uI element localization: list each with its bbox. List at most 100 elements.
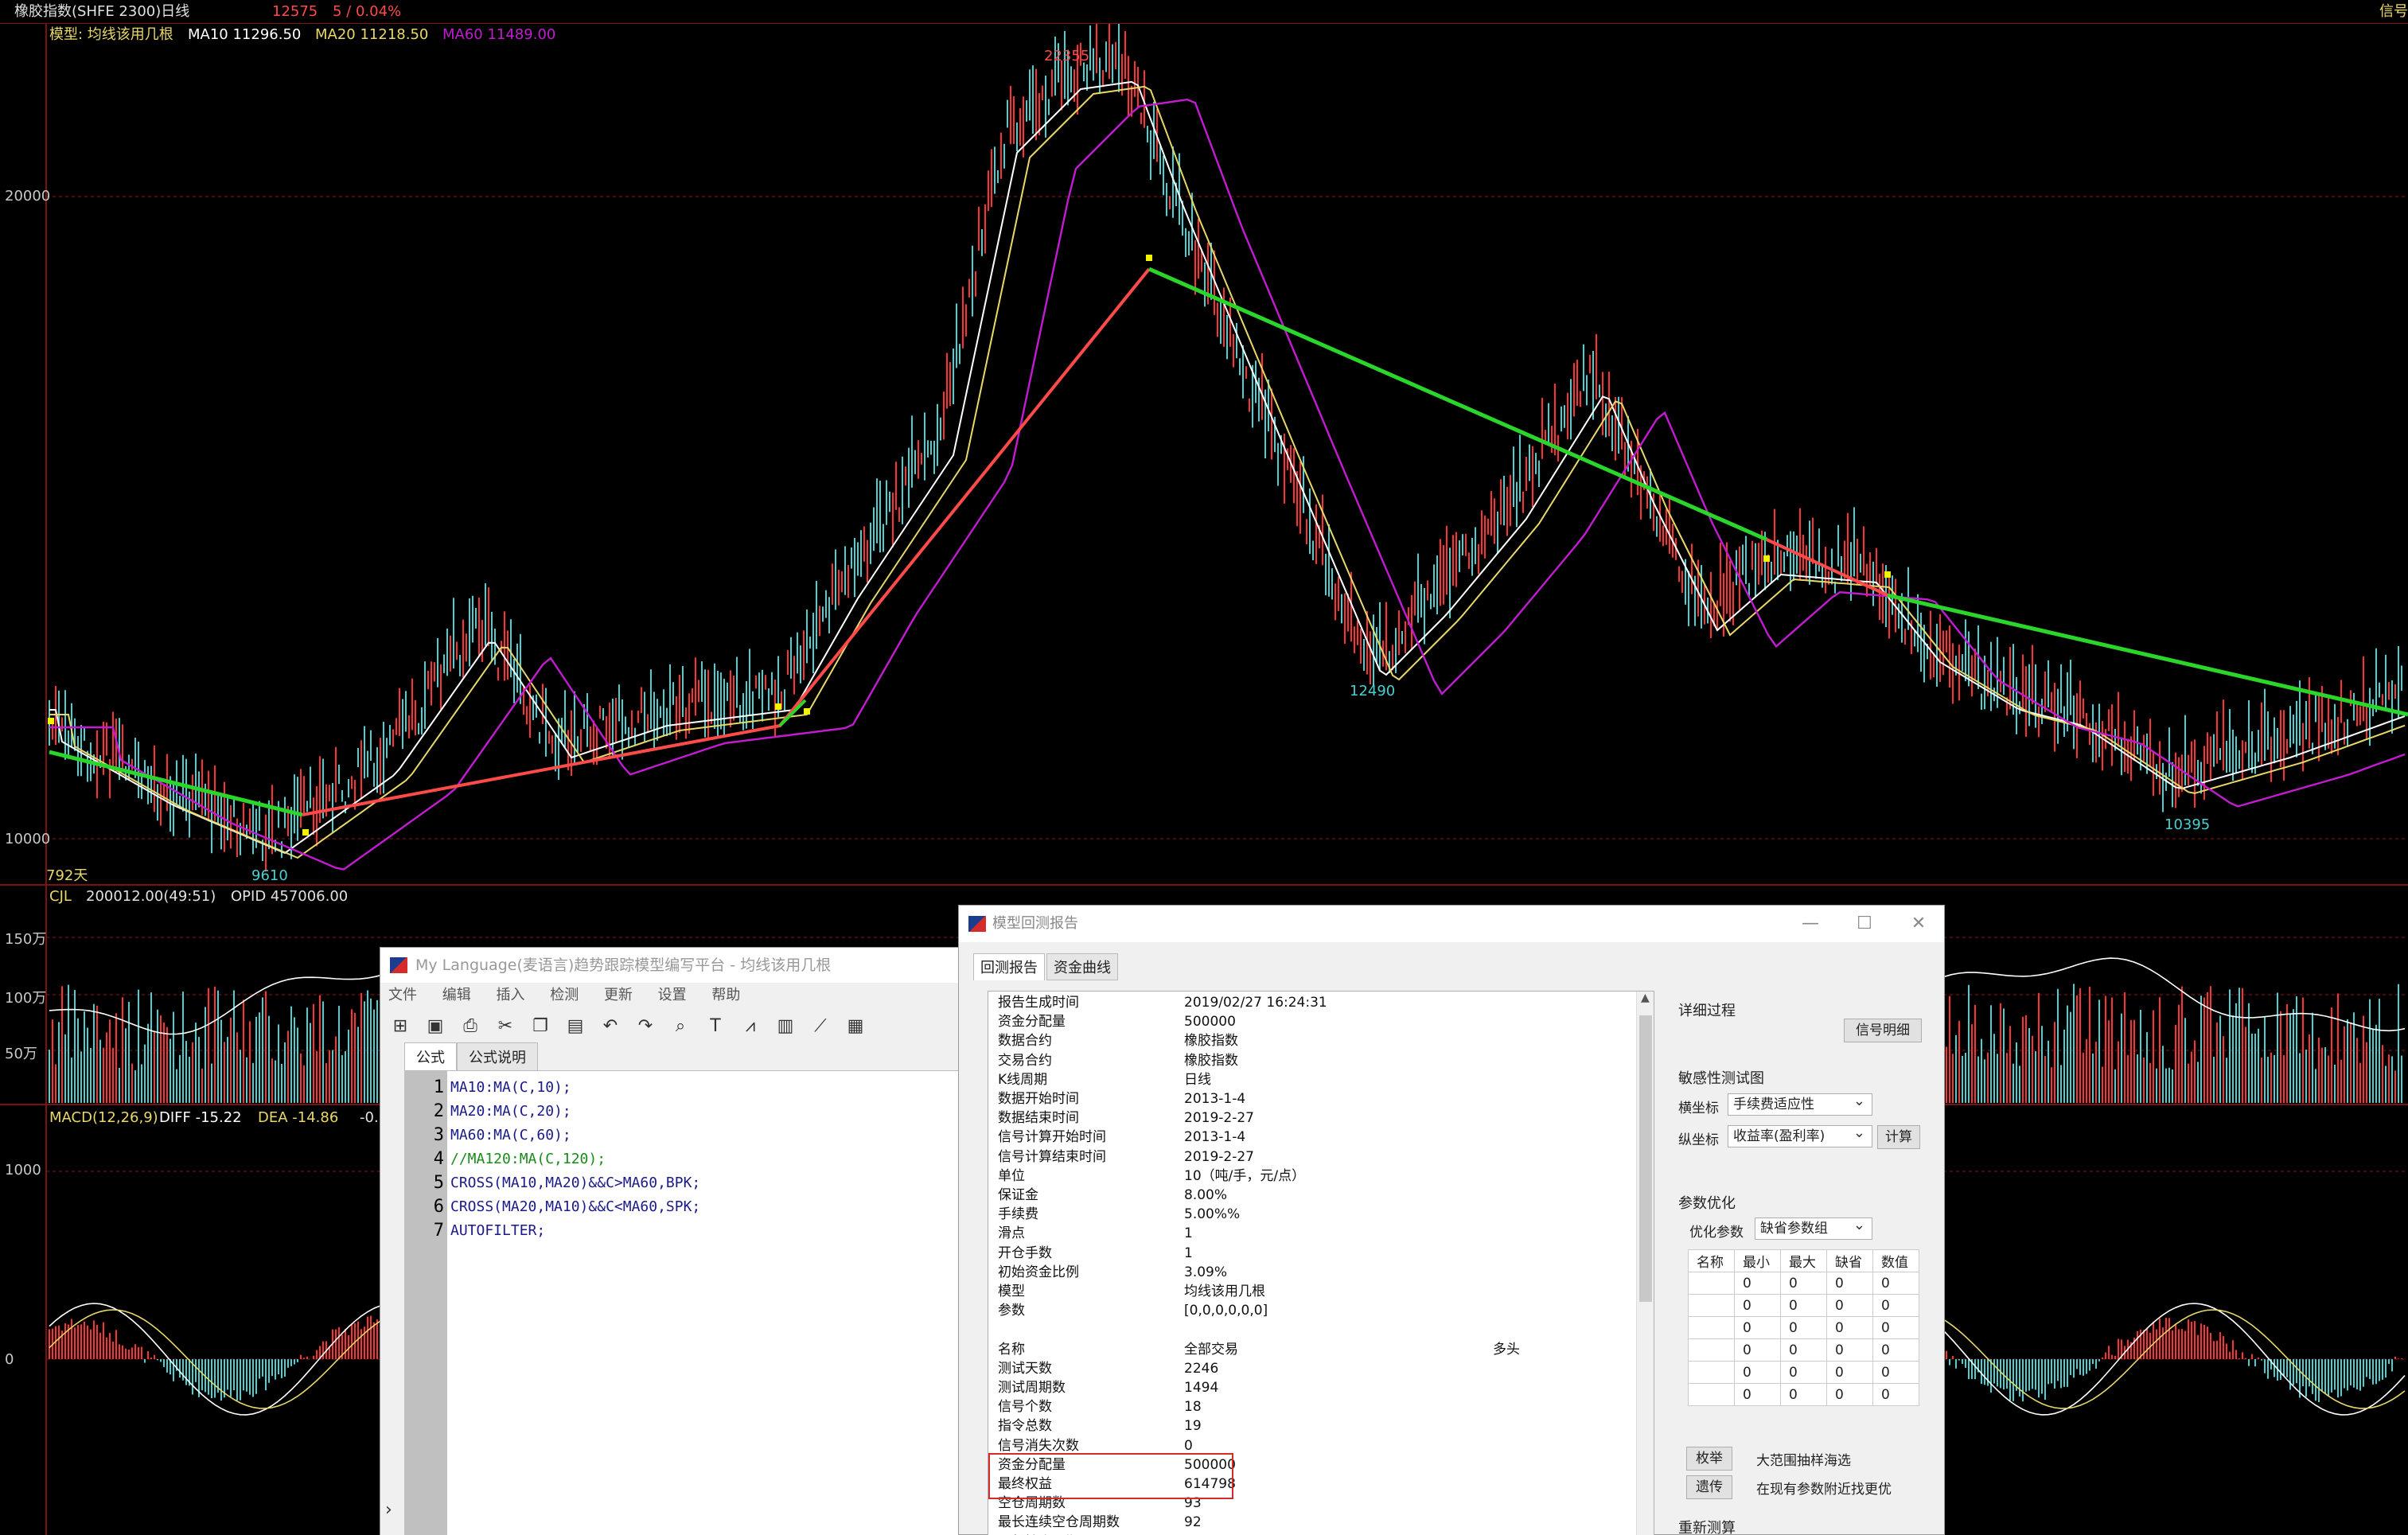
y-axis-select[interactable]: 收益率(盈利率) — [1728, 1123, 1872, 1147]
code-text: MA20:MA(C,20); — [450, 1103, 571, 1120]
menu-edit[interactable]: 编辑 — [442, 987, 471, 1003]
param-table-cell[interactable] — [1688, 1294, 1735, 1317]
scroll-up-icon[interactable]: ▲ — [1641, 992, 1650, 1004]
minimize-icon[interactable]: — — [1793, 906, 1828, 942]
param-table-cell[interactable]: 0 — [1734, 1272, 1781, 1295]
line-number: 1 — [433, 1077, 444, 1097]
chart-icon[interactable]: ⩘ — [738, 1014, 762, 1038]
save-icon[interactable]: ▣ — [423, 1014, 447, 1038]
param-table-cell[interactable]: 0 — [1872, 1338, 1919, 1362]
param-table-cell[interactable]: 0 — [1872, 1361, 1919, 1384]
menu-check[interactable]: 检测 — [550, 987, 579, 1003]
exhaustive-button[interactable]: 枚举 — [1686, 1447, 1732, 1471]
param-table-cell[interactable]: 0 — [1872, 1272, 1919, 1295]
document-icon[interactable]: ▦ — [844, 1014, 867, 1038]
report-scrollbar[interactable]: ▲ — [1636, 992, 1654, 1535]
param-table-cell[interactable]: 0 — [1872, 1316, 1919, 1339]
exhaustive-description: 大范围抽样海选 — [1756, 1453, 1851, 1469]
report-key: 信号消失次数 — [998, 1437, 1079, 1454]
cut-icon[interactable]: ✂ — [493, 1014, 517, 1038]
function-icon[interactable]: ▥ — [773, 1014, 797, 1038]
calculate-button[interactable]: 计算 — [1877, 1125, 1920, 1149]
param-table-row[interactable]: 0000 — [1688, 1361, 1919, 1384]
print-icon[interactable]: ⎙ — [458, 1014, 482, 1038]
report-titlebar[interactable]: 模型回测报告 — ☐ ✕ — [959, 906, 1944, 942]
genetic-button[interactable]: 遗传 — [1686, 1475, 1732, 1499]
param-table-cell[interactable]: 0 — [1780, 1383, 1827, 1406]
y-axis-label: 纵坐标 — [1678, 1132, 1719, 1148]
param-table-cell[interactable]: 0 — [1780, 1272, 1827, 1295]
menu-settings[interactable]: 设置 — [658, 987, 687, 1003]
param-table-cell[interactable]: 0 — [1780, 1338, 1827, 1362]
tab-formula[interactable]: 公式 — [404, 1042, 457, 1070]
param-table-cell[interactable] — [1688, 1316, 1735, 1339]
signal-tab[interactable]: 信号 — [2379, 0, 2408, 24]
editor-titlebar[interactable]: My Language(麦语言)趋势跟踪模型编写平台 - 均线该用几根 — [380, 948, 958, 983]
param-table-cell[interactable]: 0 — [1734, 1383, 1781, 1406]
param-table-cell[interactable] — [1688, 1272, 1735, 1295]
param-table-cell[interactable]: 0 — [1780, 1294, 1827, 1317]
menu-file[interactable]: 文件 — [388, 987, 417, 1003]
undo-icon[interactable]: ↶ — [598, 1014, 622, 1038]
param-table-cell[interactable]: 0 — [1734, 1338, 1781, 1362]
param-table-cell[interactable]: 0 — [1872, 1294, 1919, 1317]
param-table-cell[interactable] — [1688, 1361, 1735, 1384]
low-annotation-mid: 12490 — [1350, 683, 1396, 699]
report-key: K线周期 — [998, 1071, 1048, 1088]
param-table-cell[interactable]: 0 — [1734, 1361, 1781, 1384]
param-table-cell[interactable]: 0 — [1826, 1316, 1873, 1339]
param-table-cell[interactable]: 0 — [1734, 1316, 1781, 1339]
chevron-right-icon[interactable]: › — [385, 1500, 392, 1520]
close-icon[interactable]: ✕ — [1901, 906, 1936, 942]
last-price: 12575 — [272, 3, 318, 20]
price-axis-lower: 10000 — [5, 831, 51, 847]
text-icon[interactable]: T — [703, 1014, 727, 1038]
report-key: 测试周期数 — [998, 1380, 1066, 1396]
redo-icon[interactable]: ↷ — [633, 1014, 657, 1038]
backtest-report-window[interactable]: 模型回测报告 — ☐ ✕ 回测报告 资金曲线 报告生成时间 2019/02/27 … — [958, 905, 1945, 1535]
x-axis-select[interactable]: 手续费适应性 — [1728, 1091, 1872, 1116]
report-value: 614798 — [1184, 1476, 1236, 1492]
copy-icon[interactable]: ❐ — [528, 1014, 552, 1038]
param-table-cell[interactable]: 0 — [1826, 1383, 1873, 1406]
param-table-cell[interactable]: 0 — [1826, 1294, 1873, 1317]
tab-formula-help[interactable]: 公式说明 — [457, 1042, 538, 1070]
new-icon[interactable]: ⊞ — [388, 1014, 412, 1038]
param-table-row[interactable]: 0000 — [1688, 1294, 1919, 1317]
report-value: 均线该用几根 — [1184, 1284, 1265, 1299]
paste-icon[interactable]: ▤ — [563, 1014, 587, 1038]
tab-equity-curve[interactable]: 资金曲线 — [1046, 953, 1118, 980]
menu-help[interactable]: 帮助 — [711, 987, 740, 1003]
signal-marker — [302, 829, 309, 836]
report-list[interactable]: 报告生成时间 2019/02/27 16:24:31 资金分配量 500000 数据合约… — [988, 991, 1654, 1535]
param-table-cell[interactable] — [1688, 1338, 1735, 1362]
signal-detail-button[interactable]: 信号明细 — [1844, 1019, 1922, 1042]
param-table-cell[interactable] — [1688, 1383, 1735, 1406]
formula-editor-window[interactable]: My Language(麦语言)趋势跟踪模型编写平台 - 均线该用几根 文件 编… — [380, 947, 960, 1535]
scroll-thumb[interactable] — [1639, 1015, 1652, 1302]
param-table[interactable]: 名称 最小 最大 缺省 数值 0 0 0 0 0 0 0 0 0 0 0 0 0 0 0 0 0 0 0 0 0 0 0 0 — [1688, 1249, 1919, 1406]
find-icon[interactable]: ⌕ — [668, 1014, 692, 1038]
opt-param-select[interactable]: 缺省参数组 — [1755, 1215, 1872, 1240]
low-annotation-right: 10395 — [2164, 816, 2211, 833]
param-table-cell[interactable]: 0 — [1872, 1383, 1919, 1406]
report-value: 2013-1-4 — [1184, 1129, 1246, 1146]
param-table-row[interactable]: 0000 — [1688, 1316, 1919, 1339]
param-table-cell[interactable]: 0 — [1734, 1294, 1781, 1317]
param-table-row[interactable]: 0000 — [1688, 1338, 1919, 1362]
param-table-cell[interactable]: 0 — [1780, 1316, 1827, 1339]
app-logo-icon — [390, 957, 407, 973]
param-table-row[interactable]: 0000 — [1688, 1272, 1919, 1295]
param-table-cell[interactable]: 0 — [1780, 1361, 1827, 1384]
param-table-row[interactable]: 0000 — [1688, 1383, 1919, 1406]
code-editor[interactable]: 1 MA10:MA(C,10); 2 MA20:MA(C,20); 3 MA60:MA(C… — [404, 1070, 960, 1535]
analyze-icon[interactable]: ⟋ — [809, 1014, 832, 1038]
param-table-cell[interactable]: 0 — [1826, 1361, 1873, 1384]
tab-backtest-report[interactable]: 回测报告 — [973, 953, 1045, 980]
maximize-icon[interactable]: ☐ — [1847, 906, 1882, 942]
menu-insert[interactable]: 插入 — [496, 987, 524, 1003]
param-table-cell[interactable]: 0 — [1826, 1338, 1873, 1362]
model-name: 模型: 均线该用几根 — [49, 26, 173, 43]
menu-update[interactable]: 更新 — [604, 987, 633, 1003]
param-table-cell[interactable]: 0 — [1826, 1272, 1873, 1295]
